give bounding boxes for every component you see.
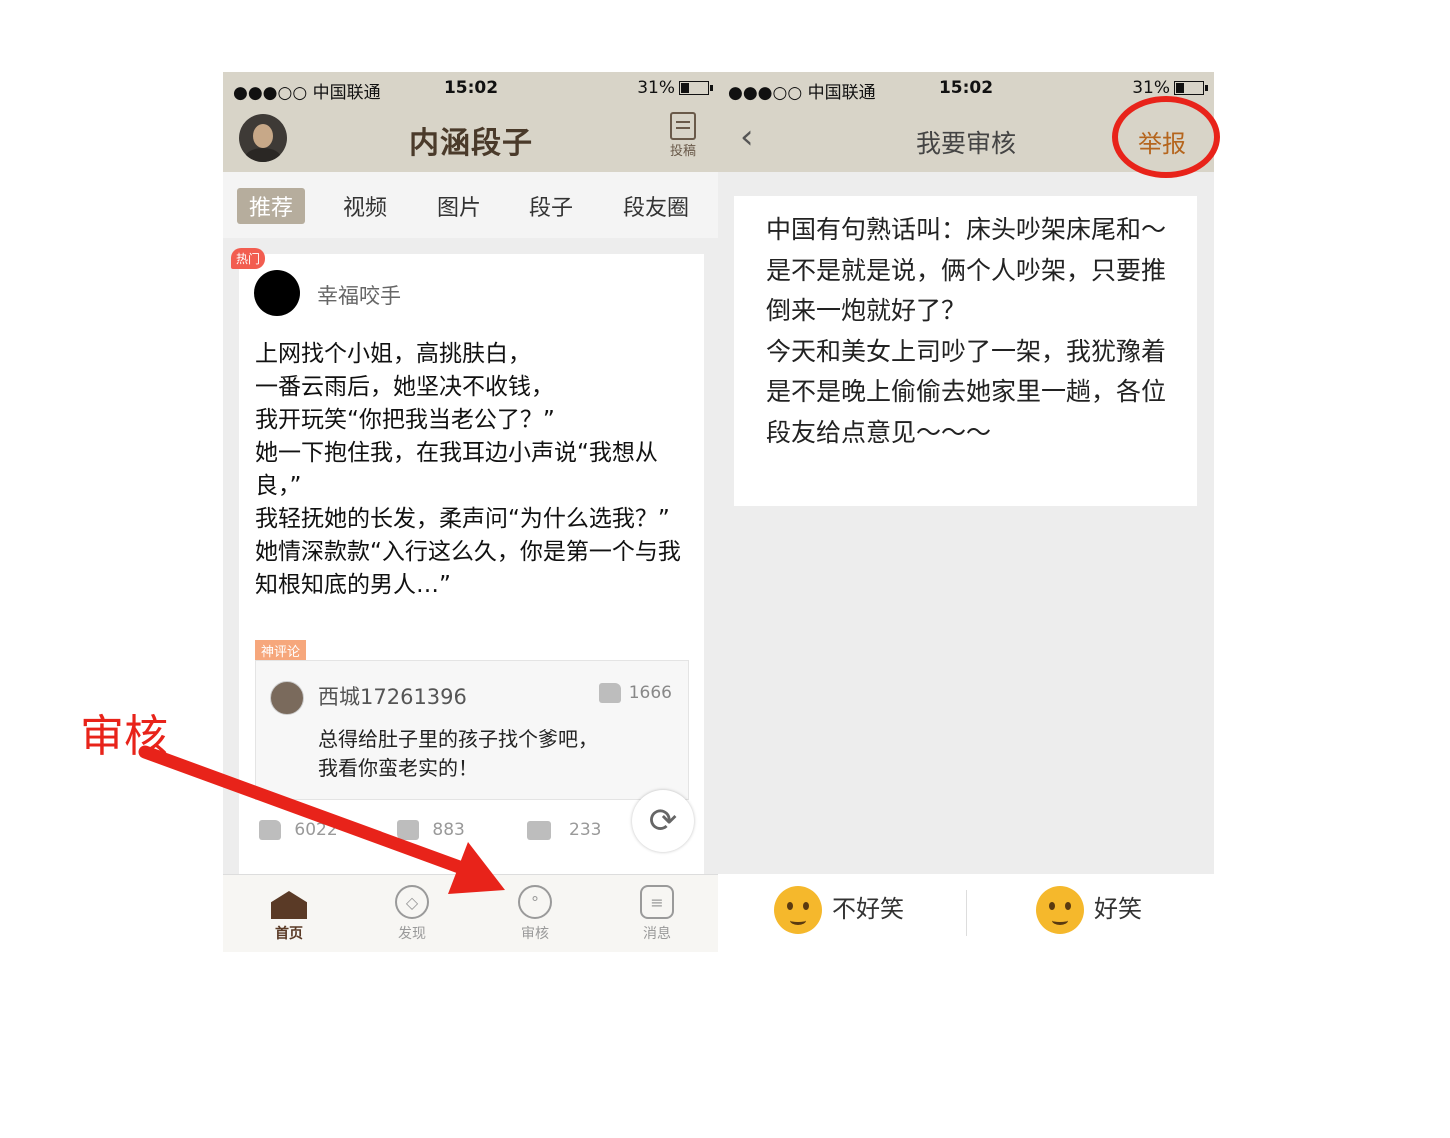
- tab-friends-circle[interactable]: 段友圈: [611, 188, 701, 224]
- battery-icon: [1174, 81, 1208, 95]
- phone-screen-feed: ●●●○○ 中国联通 15:02 31% 内涵段子 投稿 推荐 视频 图片 段子…: [223, 72, 719, 952]
- happy-face-icon: [1036, 886, 1084, 934]
- vote-divider: [966, 890, 967, 936]
- comment-button[interactable]: 233: [527, 820, 601, 840]
- review-icon: °: [518, 885, 552, 919]
- nav-discover-label: 发现: [398, 926, 426, 942]
- nav-review[interactable]: ° 审核: [495, 885, 575, 943]
- phone-screen-review: ●●●○○ 中国联通 15:02 31% ‹ 我要审核 举报 中国有句熟话叫：床…: [718, 72, 1214, 952]
- annotation-label: 审核: [80, 711, 168, 762]
- author-name[interactable]: 幸福咬手: [317, 280, 401, 310]
- funny-button[interactable]: 好笑: [1036, 886, 1142, 934]
- refresh-button[interactable]: ⟳: [632, 790, 694, 852]
- commenter-avatar[interactable]: [270, 681, 304, 715]
- thumbs-up-icon: [598, 683, 621, 703]
- battery-percent: 31%: [637, 78, 675, 98]
- god-comment[interactable]: 西城17261396 1666 总得给肚子里的孩子找个爹吧， 我看你蛮老实的！: [255, 660, 689, 800]
- status-bar: ●●●○○ 中国联通 15:02 31%: [223, 72, 719, 104]
- nav-messages[interactable]: ≡ 消息: [617, 885, 697, 943]
- clock: 15:02: [443, 78, 499, 98]
- sad-face-icon: [774, 886, 822, 934]
- nav-home[interactable]: 首页: [249, 885, 329, 943]
- tab-jokes[interactable]: 段子: [517, 188, 585, 224]
- dislike-count: 883: [432, 820, 465, 840]
- battery-indicator: 31%: [1132, 78, 1208, 98]
- comment-like-button[interactable]: 1666: [598, 683, 672, 703]
- joke-text[interactable]: 上网找个小姐，高挑肤白， 一番云雨后，她坚决不收钱， 我开玩笑“你把我当老公了？…: [255, 338, 695, 602]
- refresh-icon: ⟳: [648, 801, 678, 841]
- app-logo: 内涵段子: [409, 126, 533, 161]
- comment-icon: [527, 820, 551, 840]
- compass-icon: ◇: [395, 885, 429, 919]
- nav-discover[interactable]: ◇ 发现: [372, 885, 452, 943]
- not-funny-label: 不好笑: [832, 895, 904, 923]
- category-tabs: 推荐 视频 图片 段子 段友圈: [223, 172, 719, 238]
- battery-indicator: 31%: [637, 78, 713, 98]
- commenter-name[interactable]: 西城17261396: [318, 681, 467, 711]
- battery-icon: [679, 81, 713, 95]
- review-text: 中国有句熟话叫：床头吵架床尾和～ 是不是就是说，俩个人吵架，只要推倒来一炮就好了…: [766, 215, 1167, 447]
- thumbs-up-icon: [259, 820, 281, 840]
- comment-text: 总得给肚子里的孩子找个爹吧， 我看你蛮老实的！: [318, 727, 598, 780]
- like-button[interactable]: 6022: [259, 820, 338, 840]
- battery-percent: 31%: [1132, 78, 1170, 98]
- god-comment-badge: 神评论: [255, 640, 307, 661]
- joke-card[interactable]: 幸福咬手 上网找个小姐，高挑肤白， 一番云雨后，她坚决不收钱， 我开玩笑“你把我…: [239, 254, 704, 894]
- compose-icon: [670, 112, 696, 140]
- tab-recommend[interactable]: 推荐: [237, 188, 306, 224]
- vote-bar: 不好笑 好笑: [718, 874, 1214, 952]
- review-card: 中国有句熟话叫：床头吵架床尾和～ 是不是就是说，俩个人吵架，只要推倒来一炮就好了…: [734, 196, 1197, 506]
- not-funny-button[interactable]: 不好笑: [774, 886, 904, 934]
- carrier-signal: ●●●○○ 中国联通: [728, 83, 876, 103]
- thumbs-down-icon: [397, 820, 419, 840]
- status-bar: ●●●○○ 中国联通 15:02 31%: [718, 72, 1214, 104]
- home-icon: [271, 891, 307, 919]
- dislike-button[interactable]: 883: [397, 820, 465, 840]
- nav-home-label: 首页: [275, 926, 303, 942]
- annotation-circle: [1112, 96, 1220, 178]
- nav-review-label: 审核: [521, 926, 549, 942]
- post-button[interactable]: 投稿: [663, 112, 703, 159]
- tab-video[interactable]: 视频: [331, 188, 399, 224]
- comment-count: 233: [569, 820, 602, 840]
- author-avatar[interactable]: [254, 270, 300, 316]
- hot-badge: 热门: [231, 248, 266, 269]
- like-count: 6022: [294, 820, 338, 840]
- post-button-label: 投稿: [669, 144, 696, 159]
- nav-messages-label: 消息: [643, 926, 671, 942]
- top-navbar: 内涵段子 投稿: [223, 104, 719, 172]
- message-icon: ≡: [640, 885, 674, 919]
- tab-images[interactable]: 图片: [425, 188, 493, 224]
- comment-like-count: 1666: [628, 683, 672, 703]
- funny-label: 好笑: [1094, 895, 1142, 923]
- bottom-tab-bar: 首页 ◇ 发现 ° 审核 ≡ 消息: [223, 874, 719, 952]
- clock: 15:02: [938, 78, 994, 98]
- carrier-signal: ●●●○○ 中国联通: [233, 83, 381, 103]
